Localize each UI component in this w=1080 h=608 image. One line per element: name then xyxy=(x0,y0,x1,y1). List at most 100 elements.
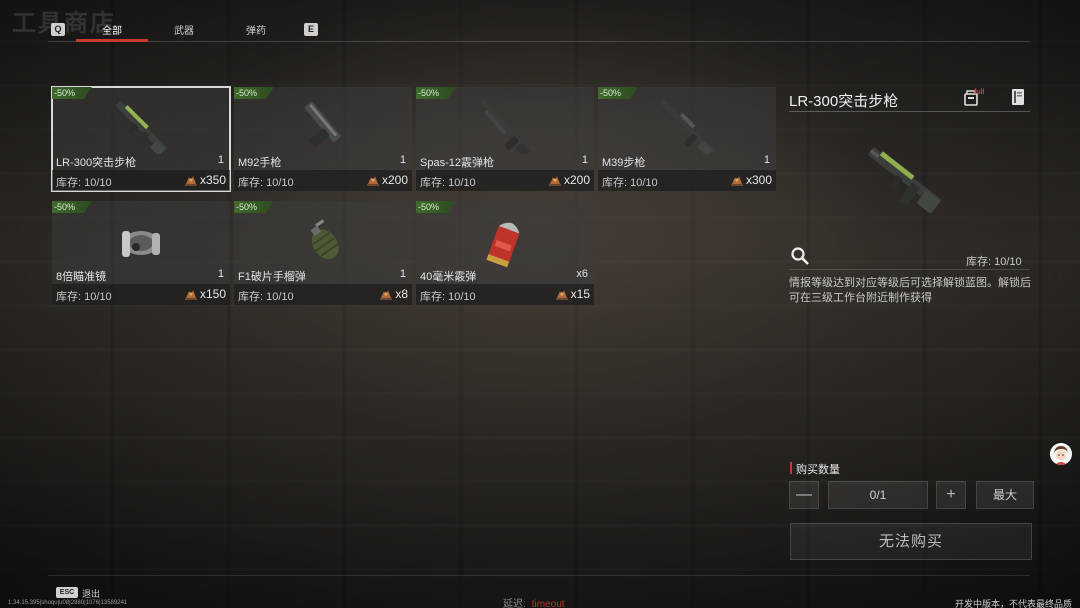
item-footer: 库存: 10/10 x150 xyxy=(52,284,230,305)
item-stock: 库存: 10/10 xyxy=(238,291,294,303)
item-price-value: x8 xyxy=(395,287,408,301)
shop-item-card[interactable]: -50% M92手枪 1 库存: 10/10 x200 xyxy=(234,87,412,191)
discount-badge: -50% xyxy=(416,201,456,213)
shop-item-card[interactable]: -50% F1破片手榴弹 1 库存: 10/10 x8 xyxy=(234,201,412,305)
q-key-hint[interactable]: Q xyxy=(51,23,65,36)
item-price-value: x150 xyxy=(199,287,226,301)
item-price-value: x200 xyxy=(563,173,590,187)
quantity-display: 0/1 xyxy=(828,481,928,509)
currency-icon xyxy=(184,290,197,300)
item-footer: 库存: 10/10 x15 xyxy=(416,284,594,305)
item-price-value: x15 xyxy=(570,287,590,301)
footer-divider xyxy=(48,575,1030,576)
item-quantity: 1 xyxy=(581,154,588,166)
grenade-icon xyxy=(310,219,339,260)
currency-icon xyxy=(548,176,561,186)
latency-value: timeout xyxy=(531,599,565,608)
discount-badge: -50% xyxy=(234,201,274,213)
currency-icon xyxy=(555,290,568,300)
currency-icon xyxy=(730,176,743,186)
tab-weapons[interactable]: 武器 xyxy=(160,22,208,42)
active-tab-indicator xyxy=(76,39,148,42)
item-price-value: x200 xyxy=(381,173,408,187)
latency-readout: 延迟: timeout xyxy=(503,595,565,608)
item-quantity: 1 xyxy=(217,268,224,280)
full-badge: full xyxy=(974,89,985,96)
item-footer: 库存: 10/10 x8 xyxy=(234,284,412,305)
e-key-hint[interactable]: E xyxy=(304,23,318,36)
item-stock: 库存: 10/10 xyxy=(56,291,112,303)
discount-badge: -50% xyxy=(416,87,456,99)
buy-quantity-label: 购买数量 xyxy=(790,461,840,477)
quantity-decrease-button[interactable]: — xyxy=(789,481,819,509)
item-name: 40毫米霰弹 xyxy=(420,271,477,283)
discount-badge: -50% xyxy=(52,201,92,213)
player-avatar[interactable] xyxy=(1050,443,1072,465)
item-price: x150 xyxy=(184,287,226,301)
detail-stock: 库存: 10/10 xyxy=(966,256,1022,268)
tab-ammo[interactable]: 弹药 xyxy=(232,22,280,42)
item-price: x300 xyxy=(730,173,772,187)
item-quantity: 1 xyxy=(399,268,406,280)
detail-divider xyxy=(789,111,1030,112)
detail-title: LR-300突击步枪 xyxy=(789,93,899,110)
item-footer: 库存: 10/10 x200 xyxy=(416,170,594,191)
item-name: LR-300突击步枪 xyxy=(56,157,137,169)
rifle-icon xyxy=(661,100,715,154)
item-stock: 库存: 10/10 xyxy=(420,177,476,189)
codex-book-icon[interactable] xyxy=(1010,88,1028,106)
item-name: Spas-12霰弹枪 xyxy=(420,157,494,169)
shotgun-icon xyxy=(480,99,531,154)
shop-item-card[interactable]: -50% Spas-12霰弹枪 1 库存: 10/10 x200 xyxy=(416,87,594,191)
item-footer: 库存: 10/10 x200 xyxy=(234,170,412,191)
detail-rifle-image xyxy=(868,147,941,214)
item-stock: 库存: 10/10 xyxy=(602,177,658,189)
item-quantity: x6 xyxy=(576,268,588,280)
item-name: 8倍瞄准镜 xyxy=(56,271,107,283)
shop-item-card[interactable]: -50% M39步枪 1 库存: 10/10 x300 xyxy=(598,87,776,191)
currency-icon xyxy=(366,176,379,186)
item-stock: 库存: 10/10 xyxy=(420,291,476,303)
detail-divider-2 xyxy=(789,269,1030,270)
item-price: x200 xyxy=(366,173,408,187)
exit-label[interactable]: 退出 xyxy=(82,587,100,600)
item-quantity: 1 xyxy=(399,154,406,166)
item-stock: 库存: 10/10 xyxy=(238,177,294,189)
currency-icon xyxy=(380,290,393,300)
assault-rifle-icon xyxy=(116,101,167,154)
quantity-increase-button[interactable]: + xyxy=(936,481,966,509)
item-name: M92手枪 xyxy=(238,157,282,169)
shell-icon xyxy=(486,222,520,268)
discount-badge: -50% xyxy=(598,87,638,99)
inspect-search-icon[interactable] xyxy=(790,246,810,266)
shop-item-card[interactable]: -50% 40毫米霰弹 x6 库存: 10/10 x15 xyxy=(416,201,594,305)
item-description: 情报等级达到对应等级后可选择解锁蓝图。解锁后可在三级工作台附近制作获得 xyxy=(789,277,1031,304)
item-quantity: 1 xyxy=(763,154,770,166)
currency-icon xyxy=(184,176,197,186)
buy-button[interactable]: 无法购买 xyxy=(790,523,1032,560)
version-notice: 开发中版本，不代表最终品质 xyxy=(954,599,1072,608)
pistol-icon xyxy=(304,101,341,148)
discount-badge: -50% xyxy=(52,87,92,99)
top-tab-bar: Q 全部 武器 弹药 E xyxy=(48,18,1030,42)
item-price: x200 xyxy=(548,173,590,187)
inventory-full-icon[interactable]: full xyxy=(963,87,985,106)
item-name: M39步枪 xyxy=(602,157,646,169)
item-footer: 库存: 10/10 x300 xyxy=(598,170,776,191)
item-price: x15 xyxy=(555,287,590,301)
shop-item-card[interactable]: -50% 8倍瞄准镜 1 库存: 10/10 x150 xyxy=(52,201,230,305)
item-price: x8 xyxy=(379,287,408,301)
item-footer: 库存: 10/10 x350 xyxy=(52,170,230,191)
item-name: F1破片手榴弹 xyxy=(238,271,306,283)
latency-label: 延迟: xyxy=(503,599,526,608)
esc-key-hint[interactable]: ESC xyxy=(56,587,78,598)
item-price-value: x300 xyxy=(745,173,772,187)
quantity-max-button[interactable]: 最大 xyxy=(976,481,1034,509)
item-price-value: x350 xyxy=(199,173,226,187)
scope-icon xyxy=(122,231,160,257)
item-price: x350 xyxy=(184,173,226,187)
item-stock: 库存: 10/10 xyxy=(56,177,112,189)
item-quantity: 1 xyxy=(217,154,224,166)
discount-badge: -50% xyxy=(234,87,274,99)
shop-item-card[interactable]: -50% LR-300突击步枪 1 库存: 10/10 x350 xyxy=(51,86,231,192)
